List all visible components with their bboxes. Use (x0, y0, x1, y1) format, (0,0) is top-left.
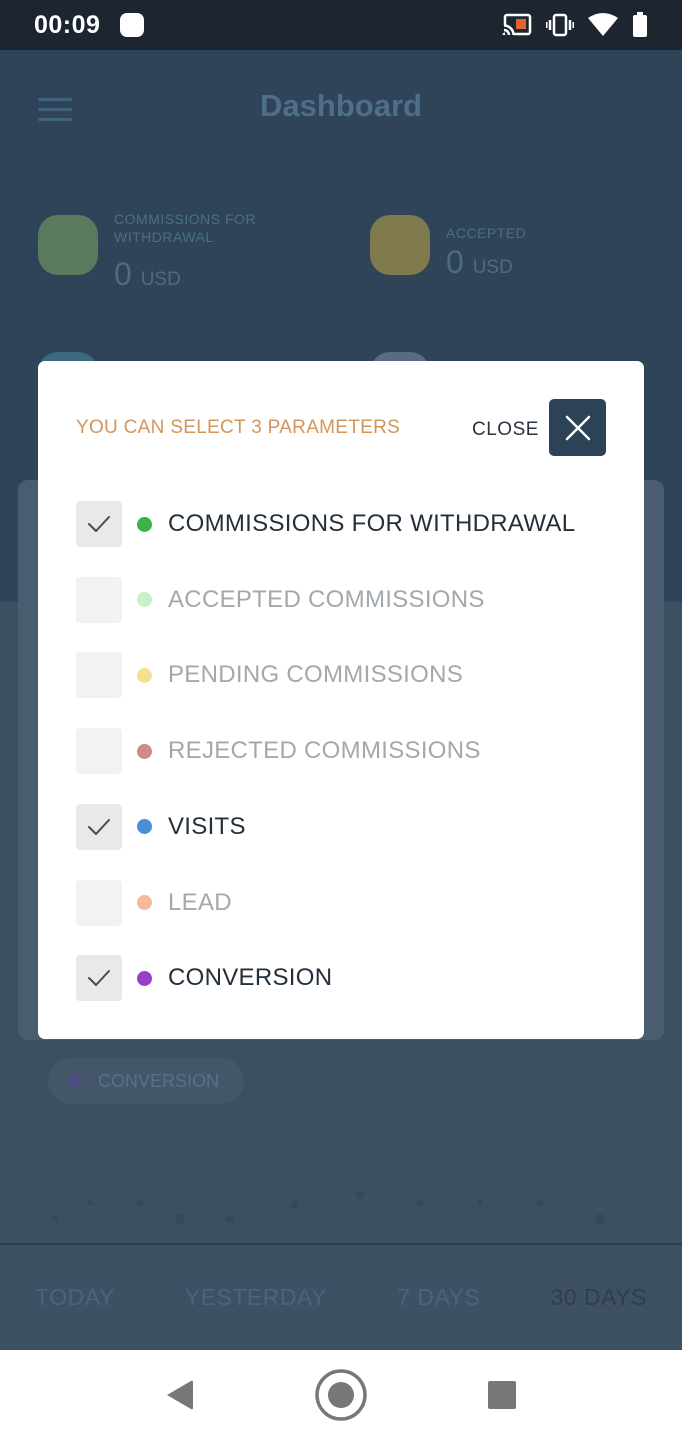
parameter-label: COMMISSIONS FOR WITHDRAWAL (168, 510, 576, 537)
dialog-hint: YOU CAN SELECT 3 PARAMETERS (76, 417, 401, 438)
parameter-checkbox[interactable] (76, 728, 122, 775)
checkmark-icon (88, 516, 110, 532)
card-label: ACCEPTED (446, 225, 527, 241)
parameter-color-dot (137, 895, 152, 910)
checkmark-icon (88, 818, 110, 835)
parameter-option[interactable]: COMMISSIONS FOR WITHDRAWAL (76, 501, 575, 547)
recents-button[interactable] (475, 1368, 529, 1422)
system-nav-bar (0, 1350, 682, 1440)
recents-icon (488, 1381, 516, 1409)
parameter-checkbox[interactable] (76, 803, 122, 850)
parameter-option[interactable]: REJECTED COMMISSIONS (76, 728, 481, 775)
parameter-color-dot (137, 667, 152, 683)
parameter-color-dot (137, 592, 152, 608)
parameter-color-dot (137, 743, 152, 759)
parameters-dialog: YOU CAN SELECT 3 PARAMETERS CLOSE COMMIS… (38, 361, 644, 1039)
period-today[interactable]: TODAY (35, 1284, 115, 1311)
wallet-icon (38, 215, 98, 275)
parameter-checkbox[interactable] (76, 955, 122, 1002)
card-label: COMMISSIONS FOR WITHDRAWAL (114, 211, 257, 245)
parameter-label: ACCEPTED COMMISSIONS (168, 585, 485, 613)
parameter-label: LEAD (168, 888, 232, 916)
close-button[interactable] (549, 399, 606, 456)
parameter-label: REJECTED COMMISSIONS (168, 737, 481, 765)
parameter-checkbox[interactable] (76, 501, 122, 547)
legend-chip-conversion[interactable]: CONVERSION (48, 1058, 244, 1104)
wifi-icon (588, 13, 618, 36)
cast-icon (502, 13, 532, 37)
parameter-label: PENDING COMMISSIONS (168, 661, 464, 689)
card-value: 0 USD (114, 256, 181, 292)
period-30-days[interactable]: 30 DAYS (550, 1284, 646, 1311)
home-button[interactable] (314, 1368, 368, 1422)
chart-dots (52, 1191, 605, 1224)
parameter-option[interactable]: VISITS (76, 803, 246, 850)
parameter-color-dot (137, 819, 152, 835)
status-bar: 00:09 (0, 0, 682, 50)
status-icons (502, 12, 648, 38)
back-button[interactable] (152, 1368, 206, 1422)
parameter-checkbox[interactable] (76, 652, 122, 699)
notification-dot-icon (120, 13, 145, 37)
legend-dot (68, 1074, 82, 1088)
parameter-color-dot (137, 970, 152, 986)
parameter-option[interactable]: CONVERSION (76, 955, 333, 1002)
parameter-checkbox[interactable] (76, 576, 122, 623)
accepted-icon (370, 215, 430, 275)
parameter-checkbox[interactable] (76, 879, 122, 926)
checkmark-icon (88, 970, 110, 987)
close-label[interactable]: CLOSE (472, 419, 539, 441)
parameter-label: VISITS (168, 812, 246, 840)
parameter-option[interactable]: ACCEPTED COMMISSIONS (76, 576, 485, 623)
battery-icon (633, 12, 647, 37)
status-time: 00:09 (34, 10, 101, 39)
parameter-color-dot (137, 516, 152, 532)
parameter-option[interactable]: LEAD (76, 879, 232, 926)
back-icon (167, 1380, 193, 1410)
card-value: 0 USD (446, 244, 513, 280)
close-icon (565, 415, 590, 440)
home-icon (315, 1369, 367, 1421)
page-title: Dashboard (260, 88, 422, 123)
vibrate-icon (546, 13, 574, 37)
period-yesterday[interactable]: YESTERDAY (185, 1284, 327, 1311)
period-7-days[interactable]: 7 DAYS (397, 1284, 480, 1311)
parameter-label: CONVERSION (168, 964, 333, 992)
parameter-option[interactable]: PENDING COMMISSIONS (76, 652, 464, 699)
period-selector: TODAY YESTERDAY 7 DAYS 30 DAYS (0, 1245, 682, 1350)
